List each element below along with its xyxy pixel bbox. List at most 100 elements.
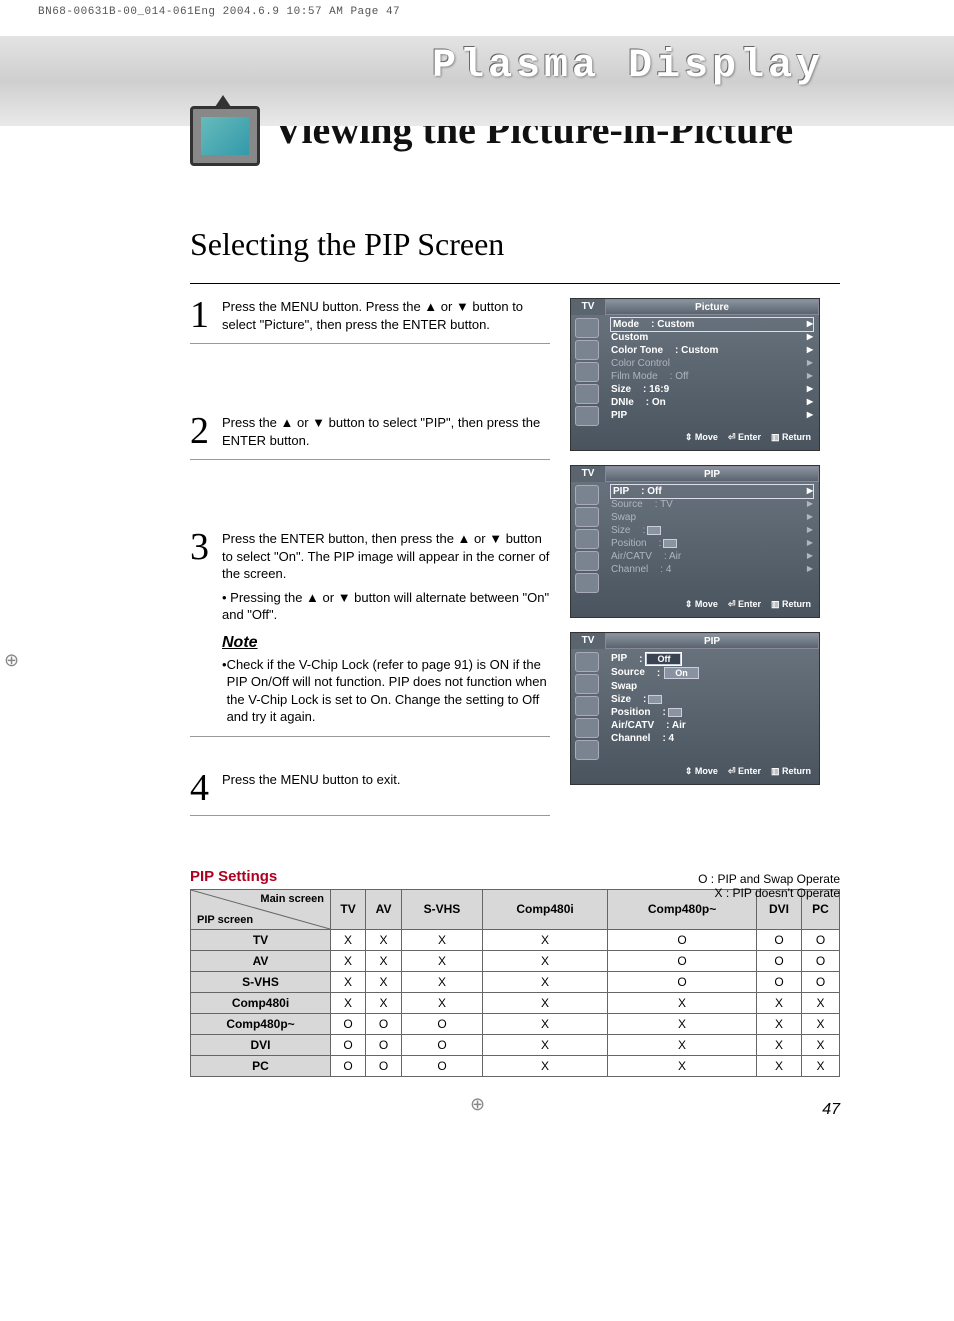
table-cell: X: [402, 992, 483, 1013]
note-text: Check if the V-Chip Lock (refer to page …: [227, 656, 550, 726]
osd-panel: TVPIP PIP: Off▶Source: TV▶Swap▶Size:▶Pos…: [570, 465, 820, 618]
table-cell: X: [402, 971, 483, 992]
osd-row: Swap: [611, 680, 813, 693]
table-cell: X: [802, 1055, 840, 1076]
step-4: 4 Press the MENU button to exit.: [190, 771, 550, 816]
col-header: TV: [331, 889, 366, 929]
table-row: S-VHSXXXXOOO: [191, 971, 840, 992]
osd-row: Size: 16:9▶: [611, 383, 813, 396]
osd-row: DNIe: On▶: [611, 396, 813, 409]
table-cell: O: [802, 929, 840, 950]
osd-title: PIP: [605, 633, 819, 649]
osd-row: Position:: [611, 706, 813, 719]
table-cell: O: [366, 1034, 402, 1055]
step-number: 2: [190, 414, 218, 449]
row-header: Comp480i: [191, 992, 331, 1013]
row-header: Comp480p~: [191, 1013, 331, 1034]
divider: [190, 283, 840, 284]
table-diag-header: Main screenPIP screen: [191, 889, 331, 929]
table-cell: O: [366, 1055, 402, 1076]
osd-tv-tag: TV: [571, 299, 605, 315]
table-row: TVXXXXOOO: [191, 929, 840, 950]
step-bullet: Pressing the ▲ or ▼ button will alternat…: [222, 590, 549, 623]
osd-row: Color Control▶: [611, 357, 813, 370]
table-cell: X: [608, 1034, 757, 1055]
step-text: Press the ▲ or ▼ button to select "PIP",…: [222, 414, 550, 449]
step-3: 3 Press the ENTER button, then press the…: [190, 530, 550, 737]
header-band: Plasma Display: [0, 36, 954, 126]
col-header: S-VHS: [402, 889, 483, 929]
table-cell: O: [331, 1034, 366, 1055]
table-cell: X: [756, 1013, 801, 1034]
osd-row: Swap▶: [611, 511, 813, 524]
table-cell: O: [756, 929, 801, 950]
osd-row: Position:▶: [611, 537, 813, 550]
tv-icon: [190, 106, 260, 166]
osd-row: Source:On: [611, 666, 813, 680]
table-cell: X: [608, 1055, 757, 1076]
step-number: 4: [190, 771, 218, 805]
osd-row: Size:: [611, 693, 813, 706]
table-cell: X: [802, 992, 840, 1013]
table-cell: X: [482, 1013, 607, 1034]
table-cell: X: [366, 929, 402, 950]
page-number: 47: [0, 1101, 840, 1119]
table-cell: O: [802, 971, 840, 992]
osd-title: PIP: [605, 466, 819, 482]
step-2: 2 Press the ▲ or ▼ button to select "PIP…: [190, 414, 550, 460]
step-number: 1: [190, 298, 218, 333]
osd-tv-tag: TV: [571, 466, 605, 482]
table-row: PCOOOXXXX: [191, 1055, 840, 1076]
col-header: Comp480i: [482, 889, 607, 929]
table-cell: O: [608, 971, 757, 992]
table-cell: O: [756, 971, 801, 992]
step-number: 3: [190, 530, 218, 726]
col-header: AV: [366, 889, 402, 929]
row-header: TV: [191, 929, 331, 950]
row-header: DVI: [191, 1034, 331, 1055]
table-cell: O: [331, 1013, 366, 1034]
table-cell: X: [802, 1013, 840, 1034]
row-header: PC: [191, 1055, 331, 1076]
crop-mark-icon: ⊕: [470, 1094, 485, 1115]
osd-panel: TVPIP PIP:OffSource:OnSwapSize:Position:…: [570, 632, 820, 785]
osd-row: Film Mode: Off▶: [611, 370, 813, 383]
osd-row: Mode: Custom▶: [611, 318, 813, 331]
table-cell: X: [331, 950, 366, 971]
table-cell: X: [366, 950, 402, 971]
osd-tv-tag: TV: [571, 633, 605, 649]
table-cell: X: [482, 971, 607, 992]
table-cell: X: [402, 929, 483, 950]
table-cell: X: [482, 992, 607, 1013]
table-cell: O: [608, 950, 757, 971]
table-row: AVXXXXOOO: [191, 950, 840, 971]
table-row: Comp480iXXXXXXX: [191, 992, 840, 1013]
table-cell: X: [756, 992, 801, 1013]
osd-row: PIP:Off: [611, 652, 813, 666]
osd-row: Channel: 4: [611, 732, 813, 745]
osd-footer: ⇕ Move⏎ Enter▥ Return: [571, 429, 819, 446]
steps-column: 1 Press the MENU button. Press the ▲ or …: [190, 298, 550, 850]
osd-row: Air/CATV: Air: [611, 719, 813, 732]
osd-footer: ⇕ Move⏎ Enter▥ Return: [571, 763, 819, 780]
table-cell: X: [402, 950, 483, 971]
table-cell: X: [756, 1034, 801, 1055]
osd-row: PIP▶: [611, 409, 813, 422]
row-header: S-VHS: [191, 971, 331, 992]
osd-title: Picture: [605, 299, 819, 315]
osd-row: Source: TV▶: [611, 498, 813, 511]
table-cell: X: [608, 992, 757, 1013]
print-mark: BN68-00631B-00_014-061Eng 2004.6.9 10:57…: [0, 0, 954, 18]
table-cell: X: [482, 950, 607, 971]
brand-text: Plasma Display: [432, 44, 824, 89]
osd-row: Color Tone: Custom▶: [611, 344, 813, 357]
table-cell: O: [402, 1034, 483, 1055]
step-text: Press the MENU button. Press the ▲ or ▼ …: [222, 298, 550, 333]
table-cell: X: [331, 929, 366, 950]
note-heading: Note: [222, 632, 550, 654]
table-row: Comp480p~OOOXXXX: [191, 1013, 840, 1034]
table-cell: X: [802, 1034, 840, 1055]
table-cell: O: [402, 1055, 483, 1076]
osd-row: Custom▶: [611, 331, 813, 344]
pip-settings-table: Main screenPIP screenTVAVS-VHSComp480iCo…: [190, 889, 840, 1077]
